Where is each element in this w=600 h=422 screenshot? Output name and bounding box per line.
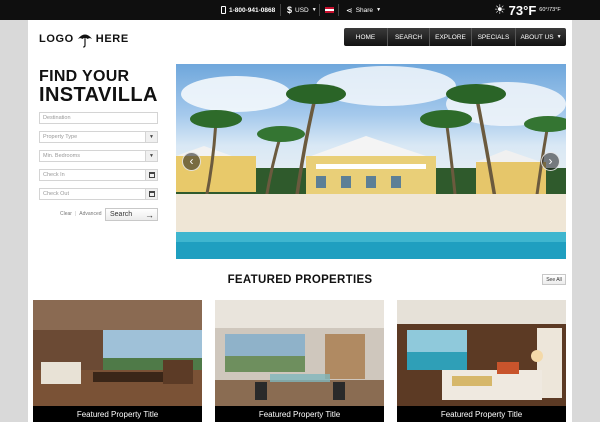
featured-card[interactable]: Featured Property Title — [215, 300, 384, 422]
main-navigation: HOME SEARCH EXPLORE SPECIALS ABOUT US ▼ — [344, 28, 566, 46]
calendar-icon — [148, 191, 155, 197]
property-image — [33, 300, 202, 422]
chevron-right-icon: › — [548, 154, 553, 168]
see-all-button[interactable]: See All — [542, 274, 566, 285]
property-type-value: Property Type — [43, 134, 78, 140]
nav-specials[interactable]: SPECIALS — [472, 28, 516, 46]
arrow-right-icon: → — [145, 210, 154, 220]
topbar-divider — [319, 4, 320, 16]
slider-prev-button[interactable]: ‹ — [182, 152, 201, 171]
nav-about-us[interactable]: ABOUT US ▼ — [516, 28, 566, 46]
advanced-link[interactable]: Advanced — [79, 211, 101, 217]
temperature-range: 60°/73°F — [539, 7, 561, 13]
property-type-select[interactable]: Property Type ▼ — [39, 131, 158, 143]
share-icon: ⋖ — [346, 5, 353, 15]
min-bedrooms-value: Min. Bedrooms — [43, 153, 80, 159]
destination-placeholder: Destination — [43, 115, 71, 121]
logo-text-right: HERE — [95, 33, 129, 45]
nav-search[interactable]: SEARCH — [388, 28, 430, 46]
form-actions: Clear | Advanced — [60, 208, 102, 220]
sun-icon: ☀ — [494, 2, 506, 17]
nav-home[interactable]: HOME — [344, 28, 388, 46]
topbar-divider — [280, 4, 281, 16]
phone-number: 1-800-941-0868 — [229, 6, 276, 14]
property-image — [397, 300, 566, 422]
hero-slider: ‹ › — [176, 64, 566, 259]
clear-link[interactable]: Clear — [60, 211, 72, 217]
search-heading-line1: FIND YOUR — [39, 68, 130, 85]
check-out-placeholder: Check Out — [43, 191, 69, 197]
nav-explore[interactable]: EXPLORE — [430, 28, 472, 46]
top-utility-bar: 1-800-941-0868 $ USD ▼ ⋖ Share ▼ ☀ 73°F … — [0, 0, 600, 20]
calendar-icon — [148, 172, 155, 178]
language-selector[interactable] — [325, 0, 334, 20]
check-in-placeholder: Check In — [43, 172, 65, 178]
page-container: LOGO HERE HOME SEARCH EXPLORE SPECIALS A… — [28, 20, 572, 422]
phone-link[interactable]: 1-800-941-0868 — [221, 0, 275, 20]
card-title: Featured Property Title — [397, 406, 566, 422]
search-button-label: Search — [110, 211, 133, 218]
search-heading: FIND YOUR INSTAVILLA — [39, 68, 158, 105]
currency-selector[interactable]: $ USD ▼ — [287, 0, 317, 20]
dollar-icon: $ — [287, 5, 293, 15]
card-title: Featured Property Title — [33, 406, 202, 422]
chevron-down-icon: ▼ — [145, 151, 157, 161]
weather-widget: ☀ 73°F 60°/73°F — [494, 0, 561, 20]
chevron-down-icon: ▼ — [311, 7, 317, 13]
check-out-date-field[interactable]: Check Out — [39, 188, 158, 200]
property-image — [215, 300, 384, 422]
topbar-divider — [338, 4, 339, 16]
nav-about-us-label: ABOUT US — [520, 33, 554, 41]
featured-card[interactable]: Featured Property Title — [33, 300, 202, 422]
card-title: Featured Property Title — [215, 406, 384, 422]
search-heading-line2: INSTAVILLA — [39, 84, 158, 106]
min-bedrooms-select[interactable]: Min. Bedrooms ▼ — [39, 150, 158, 162]
share-button[interactable]: ⋖ Share ▼ — [346, 0, 381, 20]
destination-input[interactable]: Destination — [39, 112, 158, 124]
check-in-date-field[interactable]: Check In — [39, 169, 158, 181]
calendar-button[interactable] — [145, 170, 157, 180]
phone-icon — [221, 6, 226, 14]
chevron-down-icon: ▼ — [145, 132, 157, 142]
currency-label: USD — [295, 6, 309, 14]
chevron-down-icon: ▼ — [376, 7, 382, 13]
featured-card[interactable]: Featured Property Title — [397, 300, 566, 422]
site-logo[interactable]: LOGO HERE — [39, 29, 129, 49]
chevron-left-icon: ‹ — [189, 154, 194, 168]
calendar-button[interactable] — [145, 189, 157, 199]
actions-divider: | — [74, 211, 77, 217]
logo-text-left: LOGO — [39, 33, 74, 45]
hero-image — [176, 66, 566, 259]
featured-heading: FEATURED PROPERTIES — [227, 274, 373, 286]
slider-next-button[interactable]: › — [541, 152, 560, 171]
current-temperature: 73°F — [508, 2, 537, 18]
flag-icon — [325, 7, 334, 13]
share-label: Share — [355, 6, 374, 14]
umbrella-icon — [77, 34, 92, 48]
search-button[interactable]: Search → — [105, 208, 158, 221]
chevron-down-icon: ▼ — [556, 34, 562, 40]
